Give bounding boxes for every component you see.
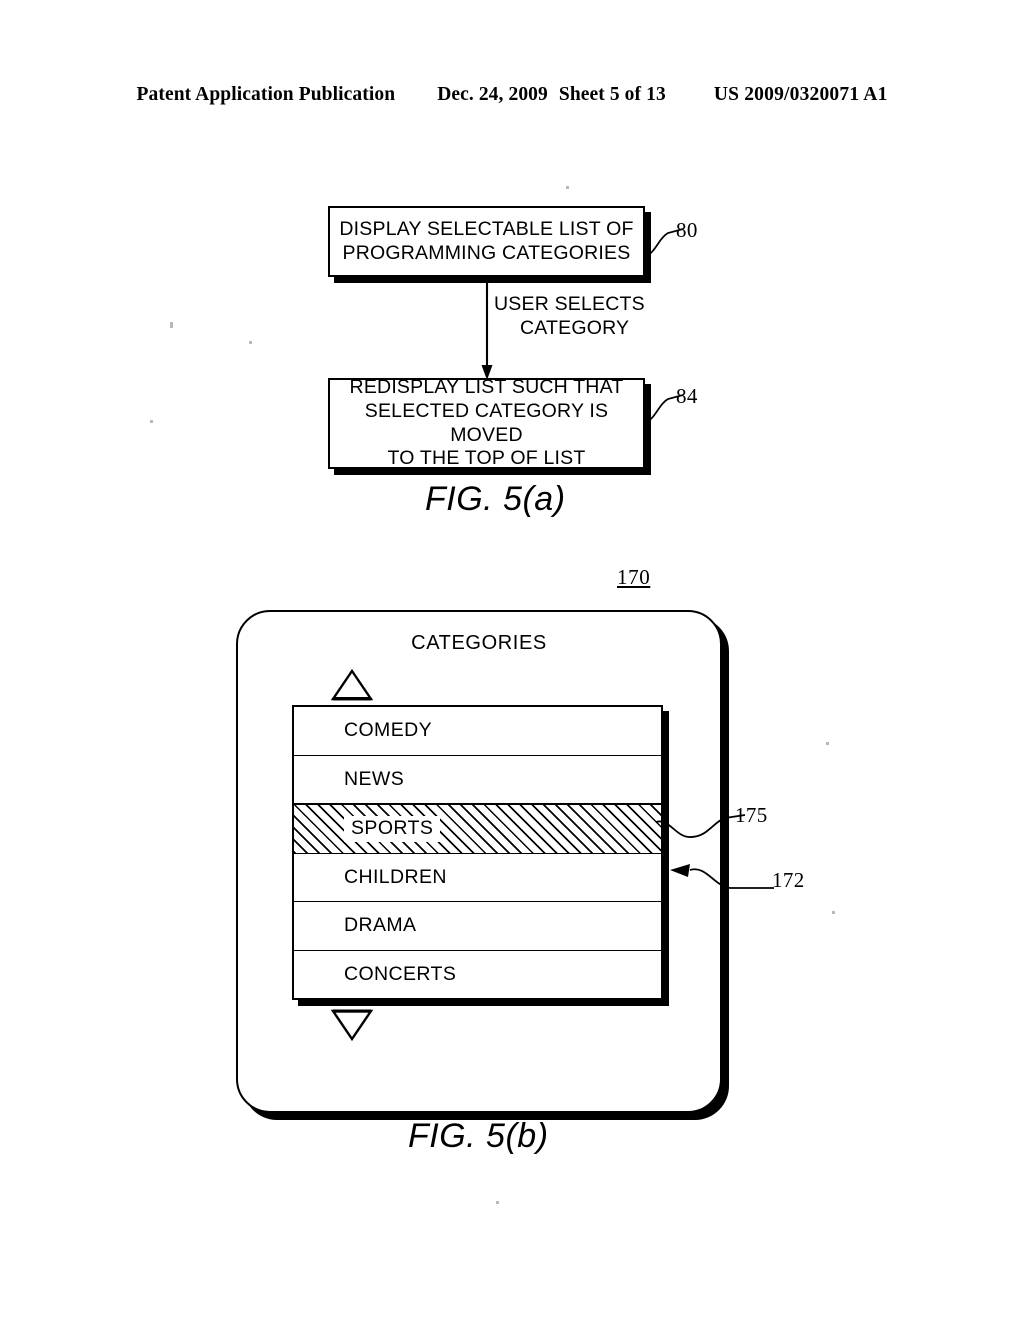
figure-caption-5a: FIG. 5(a) xyxy=(425,480,566,518)
list-item[interactable]: COMEDY xyxy=(294,707,661,756)
scan-speck xyxy=(150,420,153,423)
list-item-label: CHILDREN xyxy=(344,865,447,888)
category-list[interactable]: COMEDY NEWS SPORTS CHILDREN DRAMA CONCER… xyxy=(292,705,663,1000)
reference-numeral-175: 175 xyxy=(735,803,768,827)
list-item[interactable]: CONCERTS xyxy=(294,950,661,998)
list-item[interactable]: DRAMA xyxy=(294,902,661,951)
scan-speck xyxy=(826,742,829,745)
list-item-label: CONCERTS xyxy=(344,962,457,985)
scan-speck xyxy=(249,341,252,344)
reference-numeral-80: 80 xyxy=(676,218,698,242)
flow-connector-arrow xyxy=(481,277,493,380)
figure-caption-5b: FIG. 5(b) xyxy=(408,1117,549,1155)
scan-speck xyxy=(496,1201,499,1204)
triangle-up-icon[interactable] xyxy=(330,668,374,702)
flowchart-box-84: REDISPLAY LIST SUCH THAT SELECTED CATEGO… xyxy=(328,376,645,471)
box-84-text: REDISPLAY LIST SUCH THAT SELECTED CATEGO… xyxy=(330,376,643,471)
list-item-label: SPORTS xyxy=(344,815,441,842)
connector-label-line-2: CATEGORY xyxy=(520,317,630,340)
scan-speck xyxy=(832,911,835,914)
box-84-line-1: REDISPLAY LIST SUCH THAT xyxy=(349,375,624,398)
list-item[interactable]: CHILDREN xyxy=(294,853,661,902)
list-item-label: NEWS xyxy=(344,767,405,790)
publication-header: Patent Application Publication Dec. 24, … xyxy=(0,84,1024,106)
header-patent-number: US 2009/0320071 A1 xyxy=(713,84,888,105)
list-item[interactable]: NEWS xyxy=(294,755,661,804)
list-item-selected[interactable]: SPORTS xyxy=(294,804,661,854)
flowchart-box-80: DISPLAY SELECTABLE LIST OF PROGRAMMING C… xyxy=(328,206,645,277)
connector-label: USER SELECTS CATEGORY xyxy=(494,292,754,341)
box-80-line-1: DISPLAY SELECTABLE LIST OF xyxy=(339,217,634,240)
leader-line-175 xyxy=(655,814,746,838)
box-84-line-2: SELECTED CATEGORY IS MOVED xyxy=(364,399,609,446)
box-80-line-2: PROGRAMMING CATEGORIES xyxy=(342,241,631,264)
scan-speck xyxy=(566,186,569,189)
reference-numeral-172: 172 xyxy=(772,868,805,892)
scan-speck xyxy=(170,322,173,328)
patent-page: Patent Application Publication Dec. 24, … xyxy=(0,0,1024,1320)
header-date-label: Dec. 24, 2009 xyxy=(437,84,548,105)
list-item-label: COMEDY xyxy=(344,719,432,742)
header-publication-label: Patent Application Publication xyxy=(136,84,396,105)
header-sheet-label: Sheet 5 of 13 xyxy=(558,84,666,105)
screen-title: CATEGORIES xyxy=(411,632,547,654)
reference-numeral-170: 170 xyxy=(617,565,651,589)
list-item-label: DRAMA xyxy=(344,914,417,937)
box-80-text: DISPLAY SELECTABLE LIST OF PROGRAMMING C… xyxy=(331,218,641,266)
leader-line-172 xyxy=(670,864,774,889)
reference-numeral-84: 84 xyxy=(676,384,698,408)
triangle-down-icon[interactable] xyxy=(330,1008,374,1042)
box-84-line-3: TO THE TOP OF LIST xyxy=(387,447,586,470)
connector-label-line-1: USER SELECTS xyxy=(494,293,645,315)
